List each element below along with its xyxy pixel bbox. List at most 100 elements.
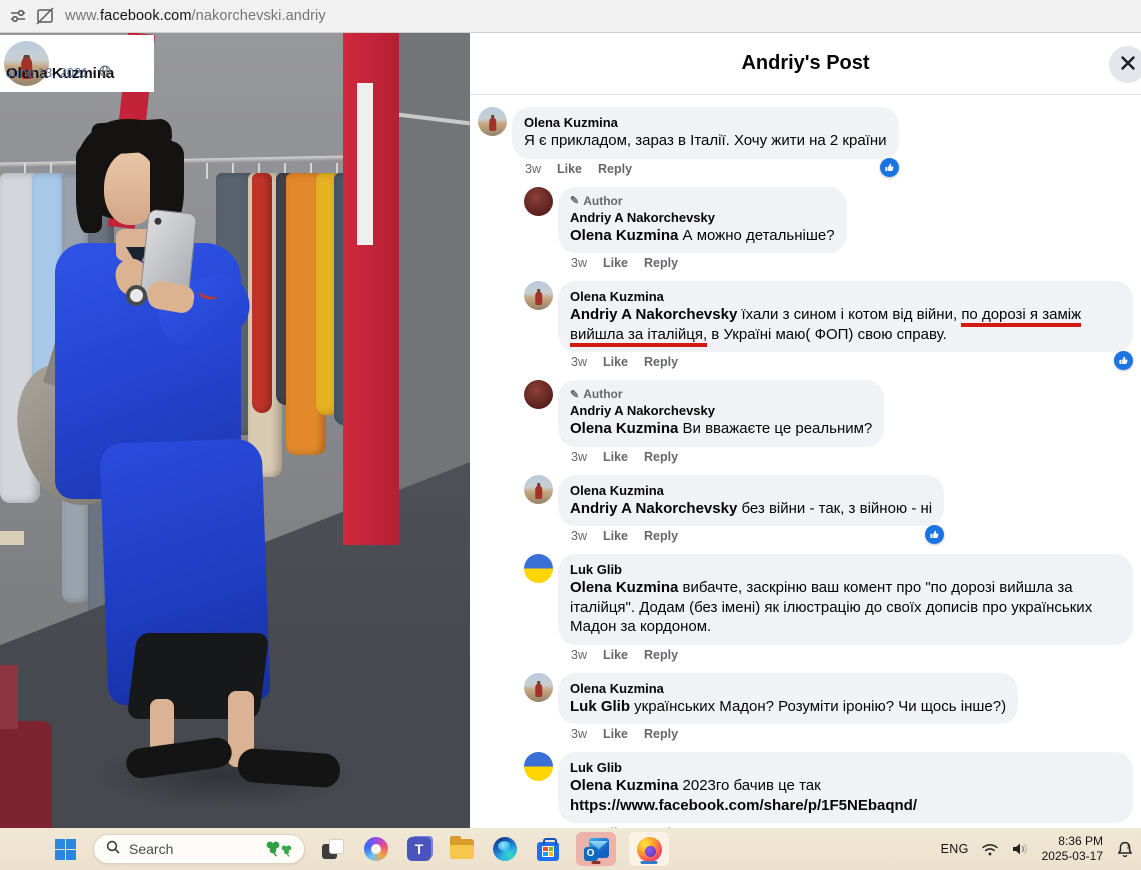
- commenter-avatar[interactable]: [524, 752, 553, 781]
- shelf: [0, 531, 24, 545]
- comment-time[interactable]: 3w: [571, 648, 587, 662]
- like-button[interactable]: Like: [603, 355, 628, 369]
- reply-button[interactable]: Reply: [598, 162, 632, 176]
- comment: Olena Kuzmina Luk Glib українських Мадон…: [524, 673, 1135, 742]
- comment-actions: 3w Like Reply: [571, 256, 847, 270]
- like-button[interactable]: Like: [603, 727, 628, 741]
- tune-icon[interactable]: [9, 7, 27, 25]
- comment-time[interactable]: 3w: [571, 727, 587, 741]
- comment-actions: 3w Like Reply: [571, 355, 1133, 369]
- like-reaction-badge[interactable]: [1114, 351, 1133, 370]
- commenter-name[interactable]: Olena Kuzmina: [570, 482, 932, 499]
- folder-icon: [450, 839, 474, 859]
- images-blocked-icon[interactable]: [35, 7, 55, 25]
- comment: ✎Author Andriy A Nakorchevsky Olena Kuzm…: [524, 187, 1135, 271]
- commenter-name[interactable]: Luk Glib: [570, 561, 1121, 578]
- microsoft-store-button[interactable]: [533, 834, 563, 864]
- comment-bubble: Olena Kuzmina Andriy A Nakorchevsky їхал…: [558, 281, 1133, 352]
- like-button[interactable]: Like: [603, 529, 628, 543]
- author-badge-label: Author: [583, 387, 622, 401]
- commenter-avatar[interactable]: [524, 187, 553, 216]
- svg-text:z: z: [1127, 844, 1130, 850]
- comment-actions: 3w Like Reply: [571, 529, 944, 543]
- commenter-name[interactable]: Olena Kuzmina: [570, 288, 1121, 305]
- outlook-button[interactable]: O: [576, 832, 616, 866]
- commenter-avatar[interactable]: [524, 380, 553, 409]
- comment-bubble: Olena Kuzmina Andriy A Nakorchevsky без …: [558, 475, 944, 527]
- like-button[interactable]: Like: [557, 162, 582, 176]
- volume-icon[interactable]: [1011, 841, 1030, 857]
- clock[interactable]: 8:36 PM 2025-03-17: [1042, 834, 1103, 864]
- reply-button[interactable]: Reply: [644, 648, 678, 662]
- reply-button[interactable]: Reply: [644, 256, 678, 270]
- comment-time[interactable]: 3w: [571, 355, 587, 369]
- task-view-icon: [322, 839, 344, 859]
- language-indicator[interactable]: ENG: [941, 842, 969, 856]
- red-chair-leg: [0, 665, 18, 729]
- comment-text: Olena Kuzmina Ви вважаєте це реальним?: [570, 419, 872, 439]
- firefox-active-indicator: [641, 861, 658, 864]
- post-photo: Olena Kuzmina June 13, 2021 ·: [0, 33, 470, 828]
- clock-time: 8:36 PM: [1042, 834, 1103, 849]
- comment-time[interactable]: 3w: [571, 450, 587, 464]
- commenter-avatar[interactable]: [524, 554, 553, 583]
- reply-button[interactable]: Reply: [644, 355, 678, 369]
- notification-bell-icon[interactable]: z: [1115, 840, 1135, 859]
- windows-logo-icon: [55, 839, 76, 860]
- teams-icon: T: [407, 837, 431, 861]
- like-reaction-badge[interactable]: [925, 525, 944, 544]
- file-explorer-button[interactable]: [447, 834, 477, 864]
- firefox-button[interactable]: [629, 832, 669, 866]
- comment-text: Andriy A Nakorchevsky їхали з сином і ко…: [570, 305, 1121, 344]
- copilot-icon: [364, 837, 388, 861]
- like-button[interactable]: Like: [603, 648, 628, 662]
- comment-actions: 3w Like Reply: [571, 648, 1133, 662]
- comment-text: Olena Kuzmina 2023го бачив це так https:…: [570, 776, 1121, 815]
- commenter-name[interactable]: Andriy A Nakorchevsky: [570, 209, 835, 226]
- comment-text: Luk Glib українських Мадон? Розуміти іро…: [570, 697, 1006, 717]
- commenter-avatar[interactable]: [478, 107, 507, 136]
- author-badge: ✎Author: [570, 387, 872, 401]
- commenter-avatar[interactable]: [524, 475, 553, 504]
- author-badge-label: Author: [583, 194, 622, 208]
- like-button[interactable]: Like: [603, 450, 628, 464]
- start-button[interactable]: [50, 834, 80, 864]
- commenter-name[interactable]: Luk Glib: [570, 759, 1121, 776]
- commenter-avatar[interactable]: [524, 673, 553, 702]
- store-icon: [537, 842, 559, 861]
- edge-button[interactable]: [490, 834, 520, 864]
- comments-list: Olena Kuzmina Я є прикладом, зараз в Іта…: [470, 95, 1141, 828]
- task-view-button[interactable]: [318, 834, 348, 864]
- comment-bubble: Luk Glib Olena Kuzmina вибачте, заскріню…: [558, 554, 1133, 645]
- reply-button[interactable]: Reply: [644, 529, 678, 543]
- comment-time[interactable]: 3w: [571, 529, 587, 543]
- comment-text: Andriy A Nakorchevsky без війни - так, з…: [570, 499, 932, 519]
- browser-address-bar[interactable]: www.facebook.com/nakorchevski.andriy: [0, 0, 1141, 33]
- search-input[interactable]: Search: [93, 834, 305, 864]
- commenter-name[interactable]: Olena Kuzmina: [524, 114, 887, 131]
- edge-icon: [493, 837, 517, 861]
- commenter-name[interactable]: Olena Kuzmina: [570, 680, 1006, 697]
- teams-button[interactable]: T: [404, 834, 434, 864]
- comment: Luk Glib Olena Kuzmina вибачте, заскріню…: [524, 554, 1135, 662]
- close-button[interactable]: [1109, 46, 1141, 83]
- comment-actions: 3w Like Reply: [525, 162, 899, 176]
- post-author-card[interactable]: Olena Kuzmina June 13, 2021 ·: [0, 35, 154, 92]
- reply-button[interactable]: Reply: [644, 727, 678, 741]
- post-date[interactable]: June 13, 2021 ·: [6, 64, 111, 81]
- commenter-avatar[interactable]: [524, 281, 553, 310]
- commenter-name[interactable]: Andriy A Nakorchevsky: [570, 402, 872, 419]
- author-badge: ✎Author: [570, 194, 835, 208]
- comment-time[interactable]: 3w: [571, 256, 587, 270]
- comment-text: Я є прикладом, зараз в Італії. Хочу жити…: [524, 131, 887, 151]
- reply-button[interactable]: Reply: [644, 450, 678, 464]
- like-reaction-badge[interactable]: [880, 158, 899, 177]
- copilot-button[interactable]: [361, 834, 391, 864]
- url-domain: facebook.com: [100, 8, 191, 24]
- like-button[interactable]: Like: [603, 256, 628, 270]
- comment-time[interactable]: 3w: [525, 162, 541, 176]
- outlook-icon: O: [584, 838, 609, 861]
- comment: Olena Kuzmina Andriy A Nakorchevsky без …: [524, 475, 1135, 544]
- wifi-icon[interactable]: [981, 842, 999, 857]
- url-text[interactable]: www.facebook.com/nakorchevski.andriy: [65, 8, 326, 24]
